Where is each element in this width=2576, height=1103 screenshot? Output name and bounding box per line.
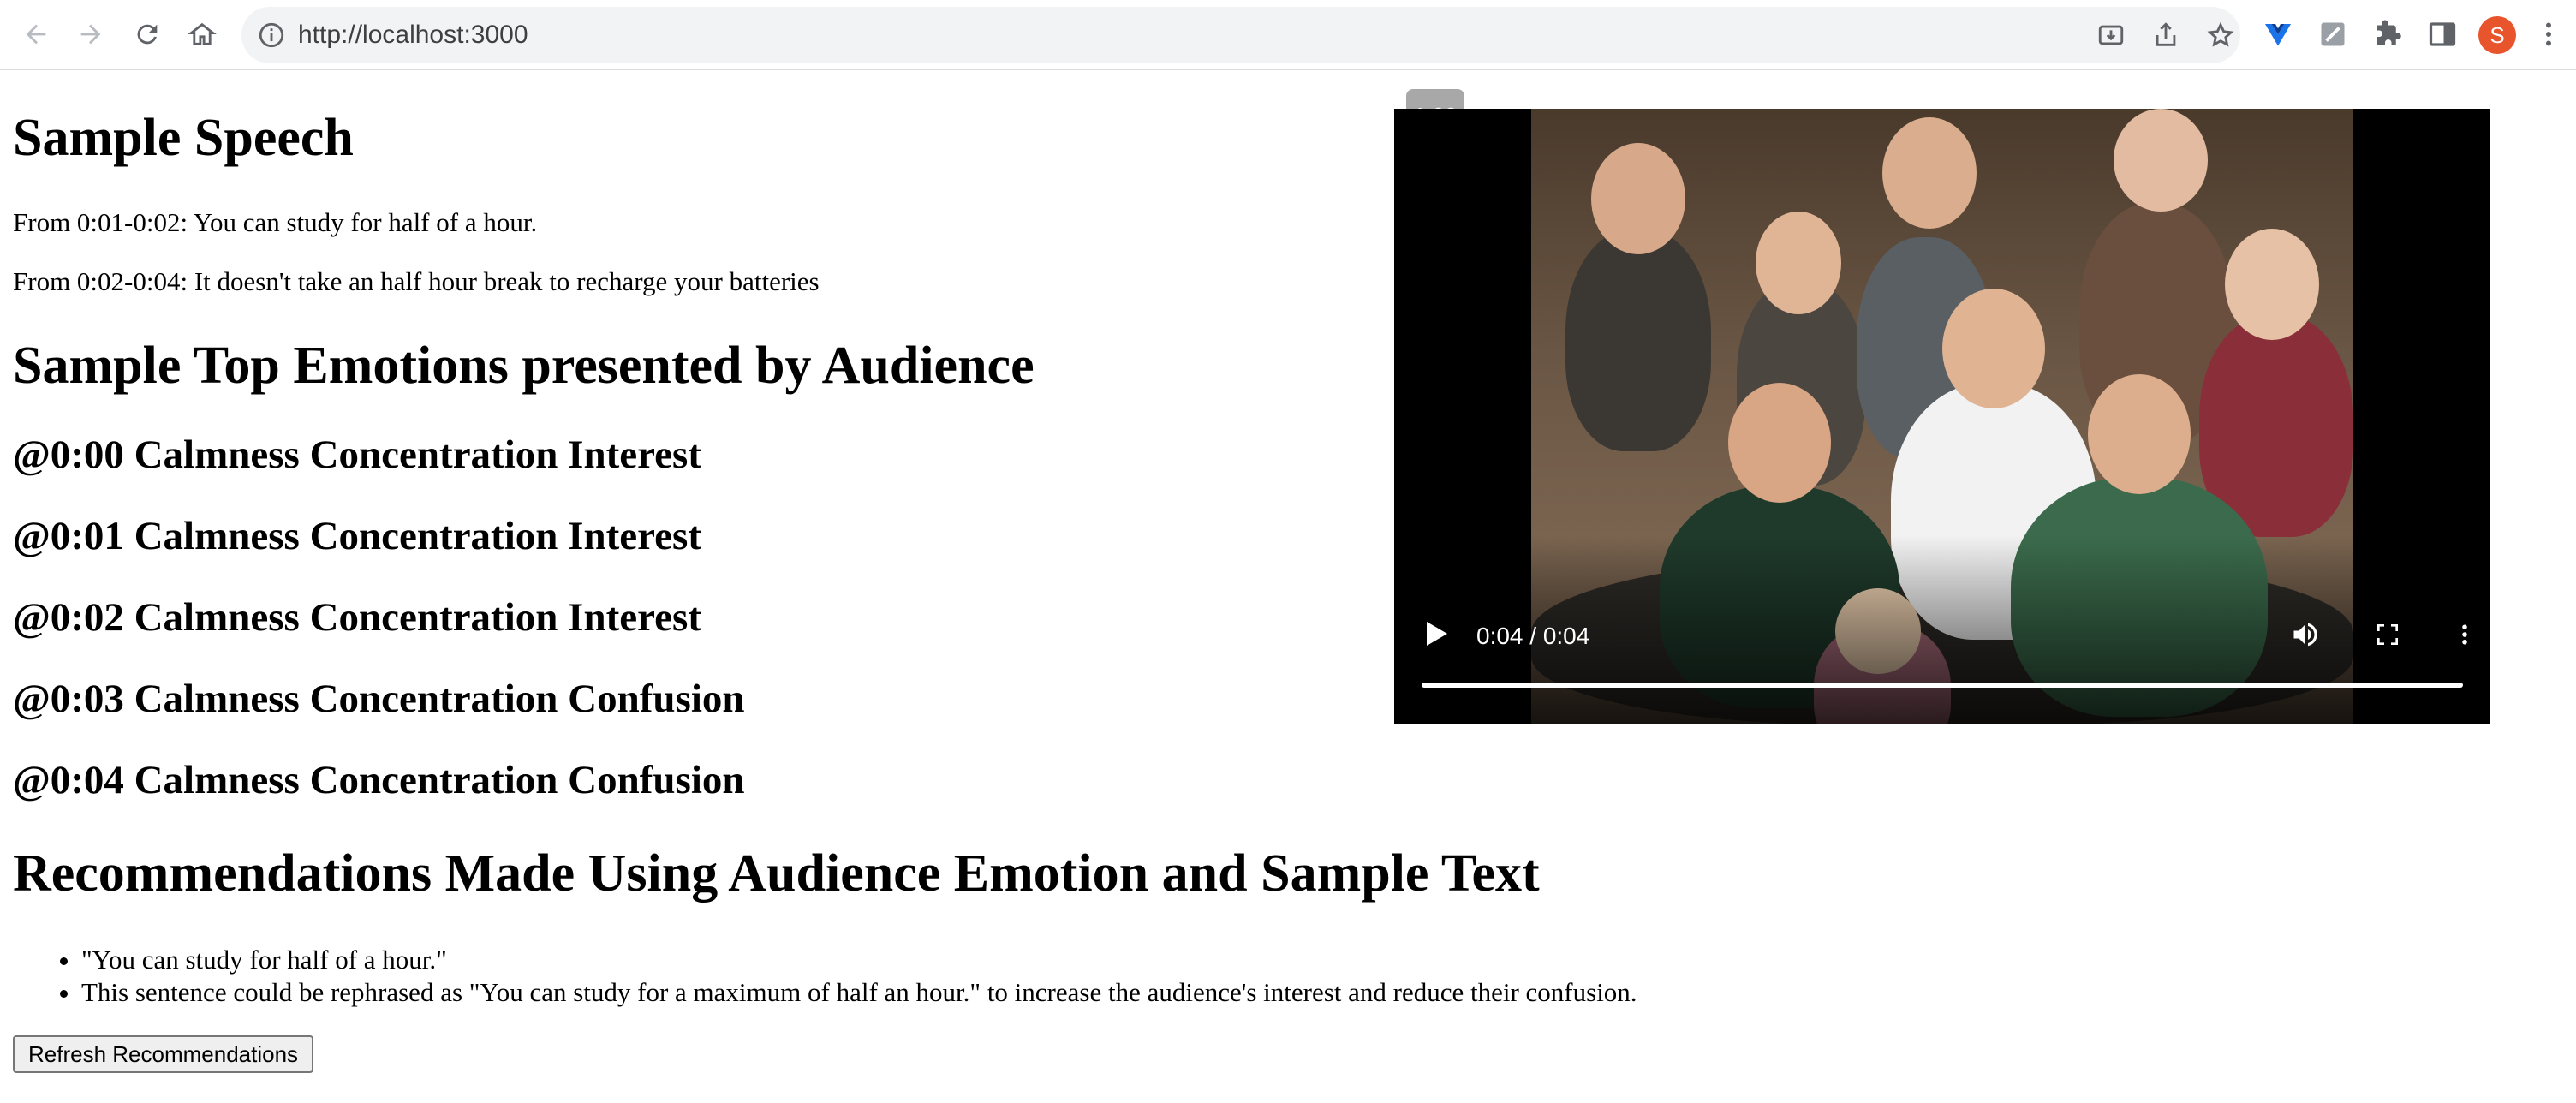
sidepanel-icon	[2429, 22, 2456, 46]
video-options-button[interactable]	[2448, 614, 2482, 655]
emotion-entry: @0:01 Calmness Concentration Interest	[13, 514, 701, 558]
speech-heading: Sample Speech	[13, 109, 354, 167]
fullscreen-button[interactable]	[2367, 614, 2408, 655]
vue-devtools-icon	[2265, 24, 2291, 46]
home-icon	[188, 22, 217, 45]
extension-vue-button[interactable]	[2259, 15, 2297, 53]
recommendation-item: This sentence could be rephrased as "You…	[81, 976, 1637, 1009]
emotion-entry: @0:03 Calmness Concentration Confusion	[13, 677, 745, 721]
recommendations-heading: Recommendations Made Using Audience Emot…	[13, 844, 1540, 903]
extension-notes-button[interactable]	[2314, 15, 2352, 53]
kebab-menu-icon	[2462, 624, 2467, 645]
url-text[interactable]: http://localhost:3000	[298, 7, 528, 63]
share-icon[interactable]	[2151, 21, 2180, 50]
notes-extension-icon	[2321, 22, 2345, 46]
play-icon	[1427, 622, 1447, 646]
forward-button[interactable]	[70, 14, 111, 55]
extensions-button[interactable]	[2369, 15, 2406, 53]
recommendations-list: "You can study for half of a hour." This…	[13, 944, 1637, 1009]
install-icon[interactable]	[2096, 21, 2126, 50]
kebab-menu-icon	[2546, 22, 2551, 46]
video-time: 0:04 / 0:04	[1476, 623, 1590, 649]
arrow-left-icon	[26, 24, 46, 45]
play-button[interactable]	[1420, 612, 1454, 655]
emotion-entry: @0:02 Calmness Concentration Interest	[13, 595, 701, 640]
reload-icon	[137, 24, 158, 45]
speech-line: From 0:01-0:02: You can study for half o…	[13, 207, 538, 237]
back-button[interactable]	[15, 14, 57, 55]
emotion-entry: @0:04 Calmness Concentration Confusion	[13, 758, 745, 802]
browser-menu-button[interactable]	[2533, 15, 2564, 53]
refresh-recommendations-button[interactable]: Refresh Recommendations	[13, 1035, 314, 1073]
home-button[interactable]	[182, 14, 223, 55]
speech-line: From 0:02-0:04: It doesn't take an half …	[13, 266, 820, 296]
info-icon[interactable]	[257, 21, 286, 50]
emotions-heading: Sample Top Emotions presented by Audienc…	[13, 337, 1035, 395]
volume-icon	[2293, 623, 2317, 647]
address-bar[interactable]: http://localhost:3000	[242, 7, 2240, 63]
fullscreen-icon	[2377, 624, 2398, 645]
profile-avatar[interactable]: S	[2478, 16, 2516, 54]
side-panel-button[interactable]	[2424, 15, 2461, 53]
puzzle-icon	[2377, 20, 2401, 45]
video-progress-bar[interactable]	[1422, 683, 2463, 688]
star-icon[interactable]	[2206, 21, 2235, 50]
recommendation-item: "You can study for half of a hour."	[81, 944, 1637, 976]
arrow-right-icon	[80, 24, 101, 45]
video-player[interactable]: 0:04 / 0:04	[1394, 109, 2490, 724]
emotion-entry: @0:00 Calmness Concentration Interest	[13, 432, 701, 477]
browser-toolbar: http://localhost:3000 S	[0, 0, 2576, 70]
mute-button[interactable]	[2285, 614, 2326, 655]
reload-button[interactable]	[127, 14, 168, 55]
